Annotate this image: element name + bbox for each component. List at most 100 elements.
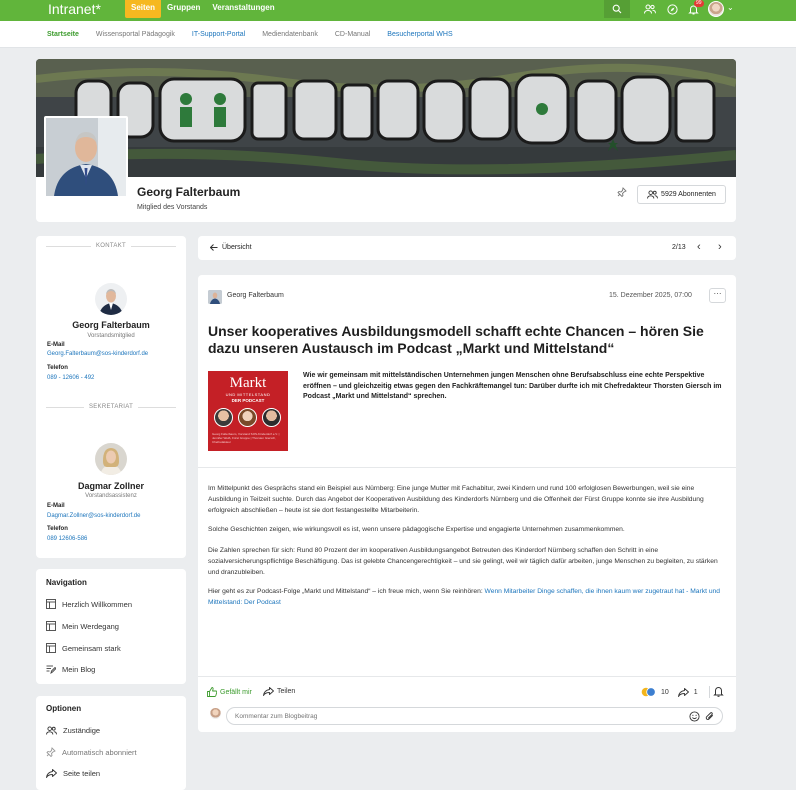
reaction-count: 10 — [661, 688, 669, 696]
arrow-left-icon — [210, 244, 218, 251]
podcast-cover-credits: Georg Falterbaum, Vorstand SOS-Kinderdor… — [212, 432, 280, 444]
email-link-2[interactable]: Dagmar.Zollner@sos-kinderdorf.de — [47, 513, 140, 519]
search-button[interactable] — [604, 0, 630, 18]
link-intro-text: Hier geht es zur Podcast-Folge „Markt un… — [208, 588, 485, 595]
compass-icon[interactable] — [665, 2, 679, 16]
share-button[interactable]: Teilen — [263, 687, 295, 696]
back-to-overview[interactable]: Übersicht — [210, 244, 252, 251]
app-brand[interactable]: Intranet* — [48, 0, 101, 18]
navigation-title: Navigation — [46, 578, 87, 587]
phone-label-2: Telefon — [47, 526, 68, 532]
thumbs-up-icon — [207, 687, 217, 697]
podcast-cover-title: Markt — [229, 375, 267, 391]
nav-item-werdegang[interactable]: Mein Werdegang — [46, 621, 119, 631]
paperclip-icon[interactable] — [705, 711, 715, 722]
reactions-icon — [641, 687, 656, 697]
nav-gruppen[interactable]: Gruppen — [161, 0, 206, 18]
nav-item-willkommen[interactable]: Herzlich Willkommen — [46, 599, 132, 609]
subnav-cd-manual[interactable]: CD-Manual — [335, 31, 370, 38]
people-icon[interactable] — [643, 2, 657, 16]
nav-item-label: Herzlich Willkommen — [62, 599, 133, 609]
blog-icon — [46, 665, 56, 674]
post-paragraph-link: Hier geht es zur Podcast-Folge „Markt un… — [208, 586, 728, 608]
nav-item-label: Mein Blog — [62, 664, 96, 674]
nav-seiten[interactable]: Seiten — [125, 0, 162, 18]
share-icon — [263, 687, 274, 696]
email-link-1[interactable]: Georg.Falterbaum@sos-kinderdorf.de — [47, 351, 148, 357]
emoji-icon[interactable] — [689, 711, 700, 722]
author-avatar[interactable] — [208, 290, 222, 304]
comment-input[interactable] — [235, 711, 675, 722]
pagination-counter: 2/13 — [672, 244, 686, 251]
divider — [198, 676, 736, 677]
contact-photo-zollner — [95, 443, 127, 475]
chevron-left-icon[interactable]: ‹ — [697, 241, 701, 253]
share-count: 1 — [693, 688, 698, 696]
phone-label-1: Telefon — [47, 365, 68, 371]
options-card: Optionen Zuständige Automatisch abonnier… — [36, 696, 186, 790]
subnav-it-support[interactable]: IT-Support-Portal — [192, 31, 245, 38]
podcast-guest-photo — [214, 408, 233, 427]
option-automatisch-abonniert[interactable]: Automatisch abonniert — [46, 747, 137, 757]
share-label: Teilen — [277, 688, 296, 695]
divider — [138, 407, 176, 408]
post-paragraph: Die Zahlen sprechen für sich: Rund 80 Pr… — [208, 547, 718, 576]
contact-name-2: Dagmar Zollner — [77, 481, 144, 491]
nav-item-gemeinsam[interactable]: Gemeinsam stark — [46, 643, 121, 653]
option-label: Seite teilen — [63, 769, 101, 778]
bell-icon[interactable] — [713, 685, 724, 699]
share-icon — [677, 687, 689, 697]
share-icon — [46, 769, 57, 778]
like-label: Gefällt mir — [220, 688, 252, 696]
nav-veranstaltungen[interactable]: Veranstaltungen — [206, 0, 280, 18]
reactions-summary[interactable]: 10 1 — [641, 686, 710, 698]
subnav-wissensportal[interactable]: Wissensportal Pädagogik — [96, 31, 175, 38]
people-icon — [46, 726, 57, 735]
navigation-card: Navigation Herzlich Willkommen Mein Werd… — [36, 569, 186, 684]
page-icon — [46, 643, 56, 653]
subnav-besucherportal[interactable]: Besucherportal WHS — [387, 31, 452, 38]
contact-role-2: Vorstandsassistenz — [85, 493, 137, 499]
like-button[interactable]: Gefällt mir — [207, 687, 252, 697]
back-label: Übersicht — [222, 244, 252, 251]
main-nav: Seiten Gruppen Veranstaltungen — [125, 0, 281, 18]
contact-card: KONTAKT Georg Falterbaum Vorstandsmitgli… — [36, 236, 186, 558]
contact-name-1: Georg Falterbaum — [72, 320, 150, 330]
podcast-guest-photo — [262, 408, 281, 427]
option-zustaendige[interactable]: Zuständige — [46, 726, 100, 735]
podcast-cover[interactable]: Markt UND MITTELSTAND DER PODCAST Georg … — [208, 371, 288, 451]
current-user-avatar — [210, 708, 221, 719]
post-title: Unser kooperatives Ausbildungsmodell sch… — [208, 323, 704, 356]
post-paragraph: Im Mittelpunkt des Gesprächs stand ein B… — [208, 485, 704, 514]
nav-item-label: Mein Werdegang — [62, 621, 119, 631]
podcast-guest-photo — [238, 408, 257, 427]
chevron-down-icon[interactable]: ⌄ — [727, 3, 734, 12]
phone-link-2[interactable]: 089 12606-586 — [47, 536, 87, 542]
subnav-mediendatenbank[interactable]: Mediendatenbank — [262, 31, 318, 38]
phone-link-1[interactable]: 089 - 12606 - 492 — [47, 375, 94, 381]
profile-name: Georg Falterbaum — [137, 185, 241, 199]
contact-role-1: Vorstandsmitglied — [87, 333, 135, 339]
chevron-right-icon[interactable]: › — [718, 241, 722, 253]
page-icon — [46, 599, 56, 609]
more-options-button[interactable]: ··· — [709, 288, 726, 303]
email-label-2: E-Mail — [47, 503, 65, 509]
email-label-1: E-Mail — [47, 342, 65, 348]
comment-box — [226, 707, 723, 725]
profile-header: Georg Falterbaum Mitglied des Vorstands … — [36, 59, 736, 222]
user-avatar[interactable] — [708, 1, 724, 17]
post-intro: Wie wir gemeinsam mit mittelständischen … — [303, 372, 722, 400]
divider — [198, 467, 736, 468]
pin-icon — [46, 747, 56, 757]
pin-icon[interactable] — [617, 187, 627, 199]
subscribers-count: 5929 Abonnenten — [661, 191, 716, 198]
post-paragraph: Solche Geschichten zeigen, wie wirkungsv… — [208, 526, 625, 533]
subnav-startseite[interactable]: Startseite — [47, 31, 79, 38]
option-label: Automatisch abonniert — [62, 747, 137, 757]
option-label: Zuständige — [63, 726, 101, 735]
post-author[interactable]: Georg Falterbaum — [227, 292, 284, 299]
subscribers-button[interactable]: 5929 Abonnenten — [637, 185, 726, 204]
post-actions: Gefällt mir Teilen 10 1 — [198, 680, 736, 705]
option-seite-teilen[interactable]: Seite teilen — [46, 769, 100, 778]
nav-item-blog[interactable]: Mein Blog — [46, 664, 95, 674]
